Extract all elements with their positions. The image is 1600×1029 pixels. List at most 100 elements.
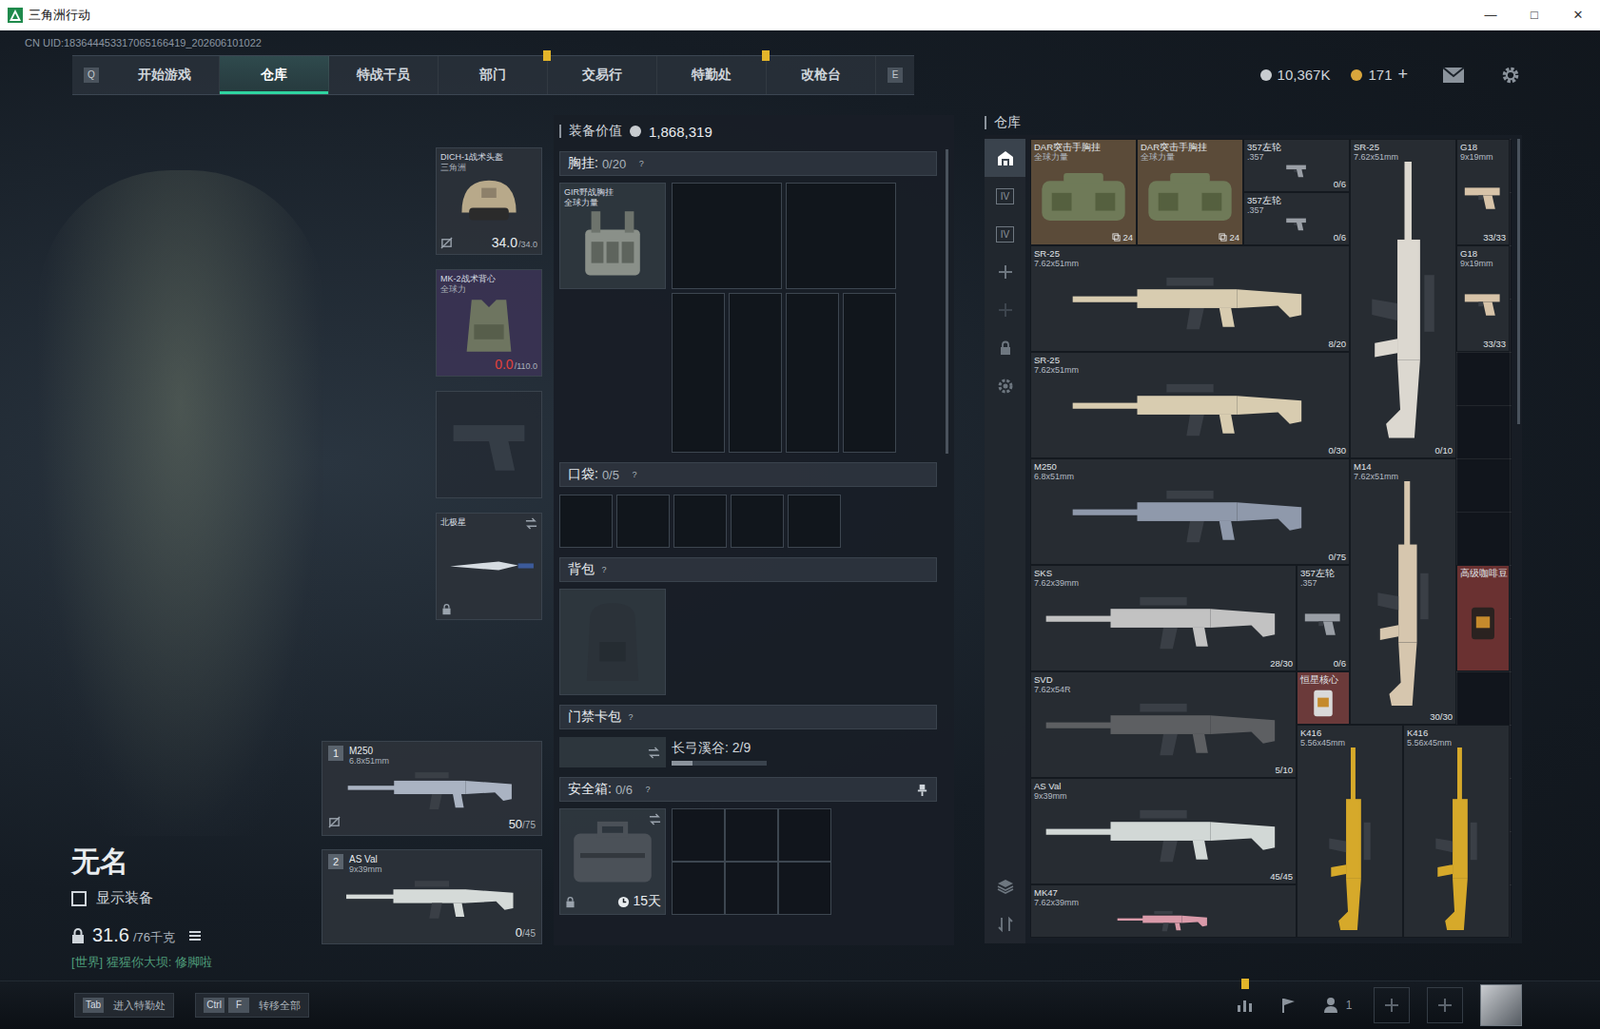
- item-caliber: .357: [1300, 578, 1347, 588]
- stash-item[interactable]: SR-257.62x51mm 8/20: [1030, 245, 1350, 352]
- gear-icon[interactable]: [1499, 65, 1522, 85]
- stash-item[interactable]: SVD7.62x54R 5/10: [1030, 671, 1297, 779]
- keycard-slot[interactable]: [559, 737, 666, 768]
- pocket-cell[interactable]: [787, 494, 841, 548]
- stash-item[interactable]: K4165.56x45mm: [1296, 724, 1404, 938]
- stats-button[interactable]: [1230, 992, 1258, 1019]
- item-picture: [1034, 268, 1347, 339]
- weapon-slot[interactable]: 2AS Val9x39mm0/45: [321, 849, 543, 945]
- slot-number: 2: [328, 854, 344, 870]
- pocket-cell[interactable]: [673, 494, 727, 548]
- item-name: G18: [1460, 141, 1506, 153]
- grid-cell[interactable]: [785, 182, 897, 290]
- stash-tab[interactable]: [984, 367, 1026, 406]
- stash-item[interactable]: 恒星核心: [1296, 671, 1350, 725]
- show-equipment-toggle[interactable]: 显示装备: [71, 889, 213, 908]
- mail-icon[interactable]: [1442, 65, 1465, 85]
- stash-tab[interactable]: [984, 291, 1026, 330]
- player-avatar[interactable]: [1480, 984, 1522, 1027]
- nav-tab[interactable]: 特勤处: [657, 56, 767, 95]
- flag-button[interactable]: [1274, 992, 1302, 1019]
- pocket-cell[interactable]: [730, 494, 784, 548]
- weapon-slot[interactable]: 1M2506.8x51mm50/75: [321, 741, 543, 837]
- pin-icon[interactable]: [916, 783, 929, 797]
- stash-item[interactable]: G189x19mm 33/33: [1456, 138, 1510, 246]
- prev-key[interactable]: Q: [83, 67, 99, 83]
- stash-tool[interactable]: [984, 905, 1026, 944]
- item-caliber: 7.62x39mm: [1034, 897, 1293, 908]
- invite-slot[interactable]: [1373, 987, 1410, 1024]
- stash-item[interactable]: SR-257.62x51mm 0/10: [1349, 138, 1457, 459]
- scrollbar[interactable]: [945, 149, 949, 454]
- list-icon[interactable]: [188, 928, 202, 944]
- key-hint[interactable]: CtrlF转移全部: [195, 993, 310, 1018]
- stash-item[interactable]: M2506.8x51mm 0/75: [1030, 458, 1350, 566]
- stash-item[interactable]: SKS7.62x39mm 28/30: [1030, 565, 1297, 672]
- safe-cell[interactable]: [724, 861, 779, 916]
- swap-icon[interactable]: [525, 517, 538, 530]
- character-view[interactable]: 无名显示装备31.6/76千克[世界] 猩猩你大坝: 修脚啦: [0, 94, 322, 981]
- stash-item[interactable]: AS Val9x39mm 45/45: [1030, 778, 1297, 885]
- stash-item[interactable]: MK477.62x39mm: [1030, 884, 1297, 938]
- window-control[interactable]: □: [1512, 0, 1557, 31]
- nav-tab[interactable]: 改枪台: [766, 56, 877, 95]
- safe-cell[interactable]: [778, 861, 832, 916]
- stash-item[interactable]: 357左轮.357 0/6: [1243, 192, 1350, 246]
- helmet-slot[interactable]: DICH-1战术头盔三角洲34.0/34.0: [435, 147, 543, 255]
- add-currency-button[interactable]: +: [1397, 64, 1408, 85]
- safe-slot[interactable]: 15天: [559, 808, 666, 916]
- grid-cell[interactable]: [728, 292, 782, 453]
- stash-item[interactable]: DAR突击手胸挂全球力量 24: [1030, 138, 1137, 246]
- help-button[interactable]: ?: [628, 468, 641, 481]
- stash-tab[interactable]: [984, 138, 1026, 177]
- safe-cell[interactable]: [724, 808, 779, 862]
- item-picture: [1300, 587, 1347, 659]
- window-control[interactable]: —: [1468, 0, 1513, 31]
- safe-cell[interactable]: [778, 808, 832, 862]
- invite-slot[interactable]: [1426, 987, 1464, 1024]
- backpack-slot[interactable]: [559, 588, 666, 696]
- nav-tab[interactable]: 开始游戏: [110, 56, 220, 95]
- stash-tab[interactable]: IV: [984, 176, 1026, 215]
- next-key[interactable]: E: [887, 67, 903, 83]
- safe-cell[interactable]: [671, 861, 725, 916]
- stash-item[interactable]: 高级咖啡豆: [1456, 565, 1510, 672]
- nav-tab[interactable]: 交易行: [547, 56, 658, 95]
- stash-item[interactable]: G189x19mm 33/33: [1456, 245, 1510, 352]
- pocket-cell[interactable]: [559, 494, 613, 548]
- scrollbar[interactable]: [1517, 138, 1521, 425]
- pocket-cell[interactable]: [616, 494, 670, 548]
- stash-item[interactable]: 357左轮.357 0/6: [1243, 138, 1350, 193]
- help-button[interactable]: ?: [635, 157, 647, 170]
- stash-item[interactable]: K4165.56x45mm: [1403, 724, 1510, 938]
- pistol-slot[interactable]: [435, 390, 543, 499]
- nav-tab[interactable]: 特战干员: [329, 56, 439, 95]
- checkbox[interactable]: [71, 891, 87, 907]
- stash-tab[interactable]: IV: [984, 214, 1026, 254]
- grid-cell[interactable]: [785, 292, 840, 453]
- help-button[interactable]: ?: [642, 783, 654, 796]
- armor-slot[interactable]: MK-2战术背心全球力0.0/110.0: [435, 269, 543, 377]
- window-control[interactable]: ✕: [1556, 0, 1600, 31]
- swap-icon[interactable]: [648, 813, 662, 826]
- grid-cell[interactable]: [671, 182, 782, 290]
- help-button[interactable]: ?: [598, 564, 610, 576]
- stash-item[interactable]: 357左轮.357 0/6: [1296, 565, 1350, 672]
- stash-item[interactable]: SR-257.62x51mm 0/30: [1030, 351, 1350, 459]
- stash-item[interactable]: DAR突击手胸挂全球力量 24: [1136, 138, 1244, 246]
- grid-cell[interactable]: [671, 292, 725, 453]
- safe-cell[interactable]: [671, 808, 725, 862]
- squad-button[interactable]: 1: [1318, 992, 1357, 1019]
- nav-tab[interactable]: 仓库: [219, 56, 330, 95]
- stash-panel: 仓库IVIVDAR突击手胸挂全球力量 24DAR突击手胸挂全球力量 24357左…: [984, 110, 1522, 981]
- stash-item[interactable]: M147.62x51mm 30/30: [1349, 458, 1457, 725]
- stash-tab[interactable]: [984, 329, 1026, 368]
- stash-tool[interactable]: [984, 867, 1026, 906]
- chest-rig-slot[interactable]: GIR野战胸挂全球力量: [559, 182, 666, 290]
- melee-slot[interactable]: 北极星: [435, 512, 543, 621]
- nav-tab[interactable]: 部门: [438, 56, 548, 95]
- help-button[interactable]: ?: [624, 711, 637, 723]
- grid-cell[interactable]: [842, 292, 897, 453]
- key-hint[interactable]: Tab进入特勤处: [74, 993, 175, 1018]
- stash-tab[interactable]: [984, 253, 1026, 292]
